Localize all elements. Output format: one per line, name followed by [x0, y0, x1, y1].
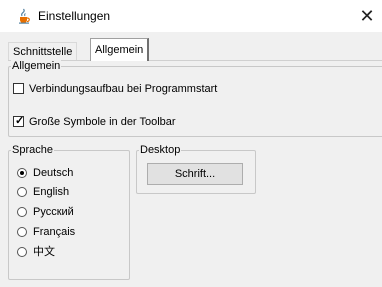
- radio-label: Deutsch: [33, 167, 74, 179]
- checkbox-label: Verbindungsaufbau bei Programmstart: [29, 83, 218, 95]
- font-button[interactable]: Schrift...: [147, 163, 243, 185]
- checkmark-icon: ✓: [15, 115, 25, 127]
- radio-label: Русский: [33, 206, 74, 218]
- radio-button[interactable]: [17, 168, 27, 178]
- radio-selected-dot: [20, 171, 24, 175]
- desktop-group: Desktop Schrift...: [136, 143, 256, 194]
- radio-button[interactable]: [17, 187, 27, 197]
- radio-russian[interactable]: Русский: [17, 205, 117, 219]
- general-group: Allgemein Verbindungsaufbau bei Programm…: [8, 59, 382, 137]
- tab-panel-allgemein: Allgemein Verbindungsaufbau bei Programm…: [8, 59, 382, 287]
- radio-francais[interactable]: Français: [17, 225, 117, 239]
- tab-label: Allgemein: [95, 44, 144, 56]
- radio-button[interactable]: [17, 207, 27, 217]
- close-button[interactable]: ✕: [352, 0, 382, 32]
- java-cup-icon: [19, 8, 30, 24]
- tab-allgemein[interactable]: Allgemein: [90, 38, 150, 61]
- checkbox-label: Große Symbole in der Toolbar: [29, 116, 176, 128]
- radio-deutsch[interactable]: Deutsch: [17, 166, 117, 180]
- tab-label: Schnittstelle: [13, 46, 73, 58]
- title-bar: Einstellungen ✕: [0, 0, 382, 33]
- radio-label: English: [33, 186, 70, 198]
- radio-label: 中文: [33, 246, 55, 258]
- checkbox-large-icons[interactable]: ✓ Große Symbole in der Toolbar: [13, 115, 313, 129]
- radio-button[interactable]: [17, 227, 27, 237]
- checkbox-box[interactable]: [13, 83, 24, 94]
- checkbox-auto-connect[interactable]: Verbindungsaufbau bei Programmstart: [13, 82, 313, 96]
- radio-chinese[interactable]: 中文: [17, 245, 117, 259]
- radio-label: Français: [33, 226, 76, 238]
- checkbox-box[interactable]: ✓: [13, 115, 25, 127]
- radio-english[interactable]: English: [17, 185, 117, 199]
- tab-strip: Schnittstelle Allgemein: [8, 38, 374, 61]
- desktop-group-label: Desktop: [139, 143, 182, 157]
- close-icon: ✕: [359, 6, 375, 26]
- dialog-body: Schnittstelle Allgemein Allgemein Verbin…: [0, 32, 382, 287]
- language-group-label: Sprache: [11, 143, 54, 157]
- radio-button[interactable]: [17, 247, 27, 257]
- window-title: Einstellungen: [38, 9, 111, 23]
- general-group-label: Allgemein: [11, 59, 62, 73]
- language-group: Sprache Deutsch English Русский Français…: [8, 143, 130, 280]
